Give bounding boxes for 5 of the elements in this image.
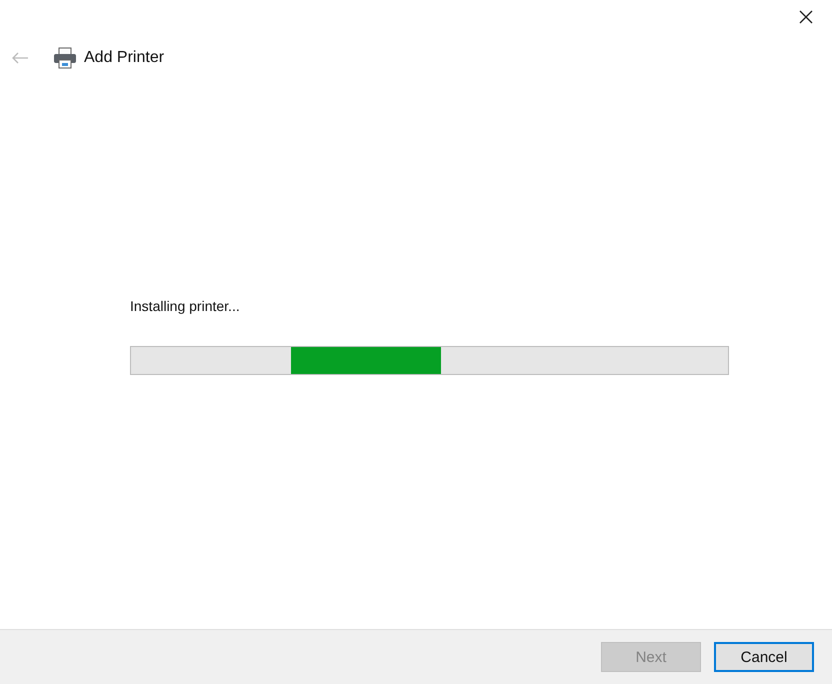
cancel-button[interactable]: Cancel — [714, 642, 814, 672]
printer-icon — [53, 47, 77, 69]
close-icon[interactable] — [799, 10, 813, 24]
window-title: Add Printer — [84, 49, 164, 67]
status-text: Installing printer... — [130, 298, 241, 314]
